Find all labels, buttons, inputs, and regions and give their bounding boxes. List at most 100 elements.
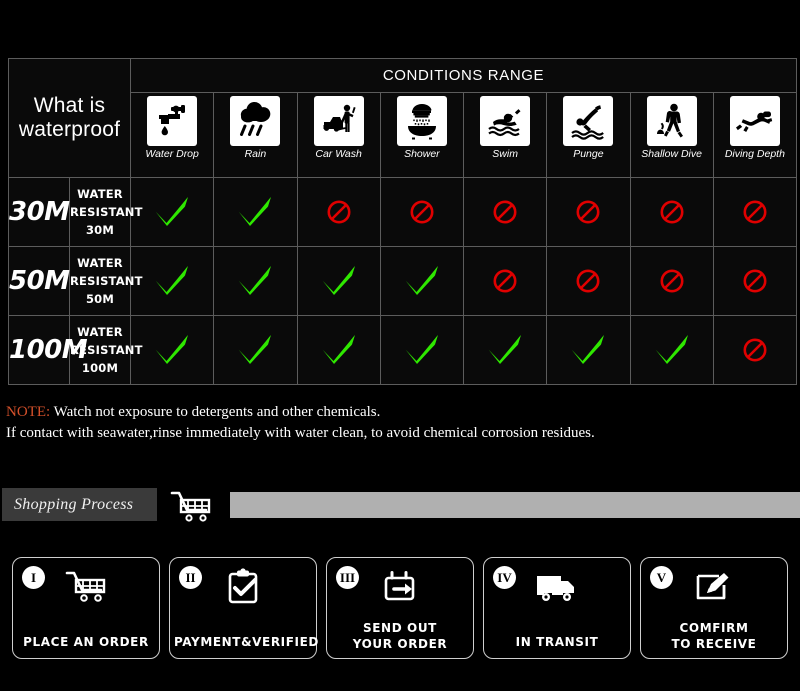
check-mark-icon xyxy=(402,335,442,364)
condition-label: Water Drop xyxy=(145,148,199,160)
mark-cell xyxy=(213,177,298,247)
note-text-1: Watch not exposure to detergents and oth… xyxy=(50,404,381,420)
step-label-line-1: IN TRANSIT xyxy=(515,635,599,649)
table-row: 50M WATER RESISTANT 50M xyxy=(8,246,798,316)
mark-cell xyxy=(712,177,798,247)
prohibited-icon xyxy=(742,338,768,362)
waterproof-table: What is waterproof CONDITIONS RANGE Wate… xyxy=(8,58,798,385)
check-mark-icon xyxy=(402,266,442,295)
prohibited-icon xyxy=(575,200,601,224)
check-mark-icon xyxy=(319,335,359,364)
mark-cell xyxy=(213,315,298,385)
faucet-drop-icon xyxy=(147,96,198,146)
check-mark-icon xyxy=(152,335,192,364)
process-step-2: II PAYMENT&VERIFIED xyxy=(169,557,318,659)
prohibited-icon xyxy=(409,200,435,224)
rating-badge-cell: 50M xyxy=(8,246,70,316)
swimmer-icon xyxy=(480,96,531,146)
note-block: NOTE: Watch not exposure to detergents a… xyxy=(6,402,786,444)
note-line-2: If contact with seawater,rinse immediate… xyxy=(6,425,595,441)
rating-badge-cell: 100M xyxy=(8,315,88,385)
step-label-line-2: YOUR ORDER xyxy=(352,637,448,651)
sign-receipt-icon xyxy=(641,566,787,610)
check-mark-icon xyxy=(235,266,275,295)
shopping-cart-icon xyxy=(168,489,214,523)
mark-cell xyxy=(629,177,714,247)
process-step-1: I PLACE AN ORDER xyxy=(12,557,160,659)
mark-cell xyxy=(379,315,465,385)
condition-column-shower: Shower xyxy=(379,92,465,178)
rain-cloud-icon xyxy=(230,96,281,146)
mark-cell xyxy=(296,315,381,385)
rating-description-cell: WATER RESISTANT 50M xyxy=(69,246,142,316)
prohibited-icon xyxy=(659,200,685,224)
rating-description-cell: WATER RESISTANT 30M xyxy=(69,177,142,247)
shopping-process-banner: Shopping Process xyxy=(0,488,800,526)
shallow-dive-icon xyxy=(646,96,697,146)
prohibited-icon xyxy=(492,200,518,224)
condition-label: Punge xyxy=(573,148,604,160)
prohibited-icon xyxy=(742,269,768,293)
condition-column-water-drop: Water Drop xyxy=(129,92,215,178)
condition-column-swim: Swim xyxy=(462,92,548,178)
shopping-process-label: Shopping Process xyxy=(14,495,134,513)
mark-cell xyxy=(379,246,465,316)
scuba-diver-icon xyxy=(729,96,780,146)
mark-cell xyxy=(712,315,798,385)
mark-cell xyxy=(296,177,381,247)
condition-label: Car Wash xyxy=(315,148,362,160)
step-label-line-1: SEND OUT xyxy=(363,621,437,635)
note-keyword: NOTE: xyxy=(6,404,51,420)
shower-icon xyxy=(396,96,447,146)
mark-cell xyxy=(462,246,548,316)
condition-column-shallow-dive: Shallow Dive xyxy=(629,92,714,178)
condition-label: Shallow Dive xyxy=(641,148,702,160)
step-label-line-1: PLACE AN ORDER xyxy=(23,635,149,649)
car-wash-icon xyxy=(313,96,364,146)
step-label: COMFIRM TO RECEIVE xyxy=(641,620,787,652)
condition-label: Swim xyxy=(492,148,518,160)
condition-column-rain: Rain xyxy=(213,92,298,178)
condition-label: Diving Depth xyxy=(724,148,785,160)
table-row: 100M WATER RESISTANT 100M xyxy=(8,315,798,385)
step-label: SEND OUT YOUR ORDER xyxy=(327,620,473,652)
check-mark-icon xyxy=(235,335,275,364)
check-mark-icon xyxy=(485,335,525,364)
check-mark-icon xyxy=(319,266,359,295)
step-label: PAYMENT&VERIFIED xyxy=(170,634,318,650)
mark-cell xyxy=(129,246,215,316)
process-steps: I PLACE AN ORDER II PAYMENT&VERIFIED III SEND… xyxy=(12,557,788,659)
condition-column-car-wash: Car Wash xyxy=(296,92,381,178)
table-row: 30M WATER RESISTANT 30M xyxy=(8,177,798,247)
rating-badge: 30M xyxy=(9,197,70,227)
condition-label: Rain xyxy=(244,148,267,160)
process-step-4: IV IN TRANSIT xyxy=(483,557,631,659)
mark-cell xyxy=(379,177,465,247)
prohibited-icon xyxy=(492,269,518,293)
clipboard-check-icon xyxy=(170,566,316,610)
conditions-range-header: CONDITIONS RANGE xyxy=(130,58,797,93)
check-mark-icon xyxy=(568,335,608,364)
prohibited-icon xyxy=(575,269,601,293)
check-mark-icon xyxy=(152,197,192,226)
condition-column-punge: Punge xyxy=(546,92,631,178)
note-line-1: NOTE: Watch not exposure to detergents a… xyxy=(6,402,786,423)
step-label-line-1: COMFIRM xyxy=(679,621,749,635)
process-step-5: V COMFIRM TO RECEIVE xyxy=(640,557,788,659)
check-mark-icon xyxy=(235,197,275,226)
table-header-row: What is waterproof CONDITIONS RANGE xyxy=(8,58,797,178)
mark-cell xyxy=(462,315,548,385)
rating-description-cell: WATER RESISTANT 100M xyxy=(69,315,142,385)
page-title: What is waterproof xyxy=(18,94,121,141)
process-step-3: III SEND OUT YOUR ORDER xyxy=(326,557,474,659)
rating-badge-cell: 30M xyxy=(8,177,70,247)
conditions-range-label: CONDITIONS RANGE xyxy=(382,66,545,84)
mark-cell xyxy=(546,177,631,247)
check-mark-icon xyxy=(152,266,192,295)
plunge-dive-icon xyxy=(563,96,614,146)
mark-cell xyxy=(629,246,714,316)
step-label: PLACE AN ORDER xyxy=(13,634,159,650)
mark-cell xyxy=(546,315,631,385)
mark-cell xyxy=(129,177,215,247)
prohibited-icon xyxy=(326,200,352,224)
